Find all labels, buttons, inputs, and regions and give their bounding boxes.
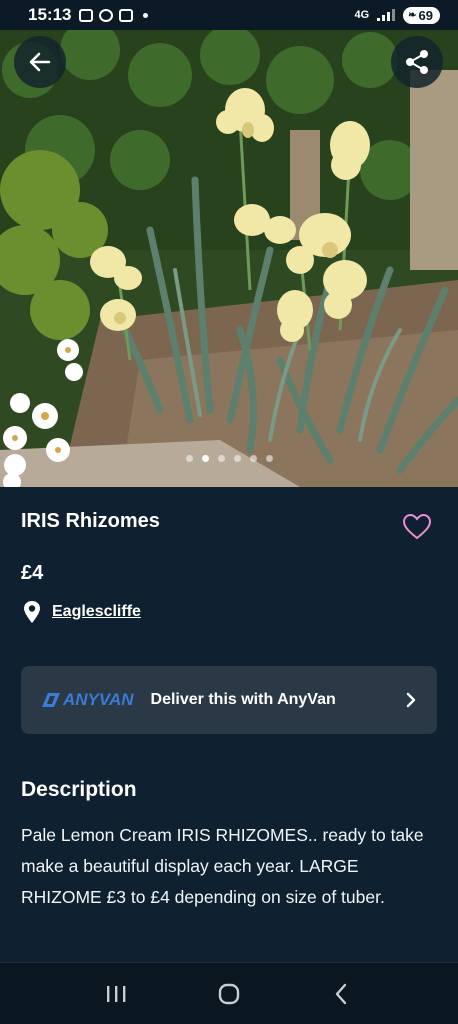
pagination-dot[interactable] [233, 455, 241, 462]
location-pin-icon [24, 601, 40, 623]
share-button[interactable] [391, 36, 443, 88]
battery-leaf-icon: ❧ [408, 9, 417, 21]
listing-title: IRIS Rhizomes [21, 510, 160, 532]
location-row[interactable]: Eaglescliffe [22, 600, 141, 624]
iris-garden-image [0, 30, 458, 487]
more-notifications-icon [143, 12, 149, 18]
location-link[interactable]: Eaglescliffe [52, 603, 141, 621]
notification-icons [79, 8, 149, 22]
status-bar: 15:13 4G ❧ 69 [0, 0, 458, 30]
signal-icon [377, 9, 396, 21]
battery-level: 69 [418, 7, 433, 23]
share-icon [406, 50, 428, 74]
delivery-label: Deliver this with AnyVan [150, 691, 336, 708]
description-heading: Description [21, 778, 137, 801]
description-text: Pale Lemon Cream IRIS RHIZOMES.. ready t… [21, 825, 424, 907]
pagination-dot[interactable] [217, 455, 225, 462]
pagination-dot[interactable] [249, 455, 257, 462]
chevron-right-icon [406, 692, 416, 708]
listing-price: £4 [21, 562, 44, 584]
anyvan-logo: ANYVAN [42, 690, 134, 710]
recent-apps-icon[interactable] [104, 983, 128, 1005]
status-time: 15:13 [28, 5, 72, 24]
anyvan-delivery-card[interactable]: ANYVAN Deliver this with AnyVan [21, 666, 437, 734]
pagination-dot[interactable] [265, 455, 273, 462]
back-button[interactable] [14, 36, 66, 88]
app-notification-icon [119, 8, 134, 22]
anyvan-mark-icon [42, 693, 60, 707]
image-pagination [0, 455, 458, 462]
chrome-icon [99, 8, 114, 22]
back-arrow-icon [29, 52, 51, 72]
battery-indicator: ❧ 69 [403, 6, 440, 24]
pagination-dot[interactable] [201, 455, 209, 462]
home-icon[interactable] [217, 982, 241, 1006]
heart-icon [402, 513, 432, 540]
favourite-button[interactable] [402, 513, 432, 545]
screenshot-icon [79, 8, 94, 22]
listing-photo[interactable] [0, 30, 458, 487]
anyvan-brand: ANYVAN [63, 690, 134, 709]
system-nav-bar [0, 962, 458, 1024]
back-icon[interactable] [330, 982, 354, 1006]
network-type: 4G [354, 9, 370, 21]
pagination-dot[interactable] [185, 455, 193, 462]
